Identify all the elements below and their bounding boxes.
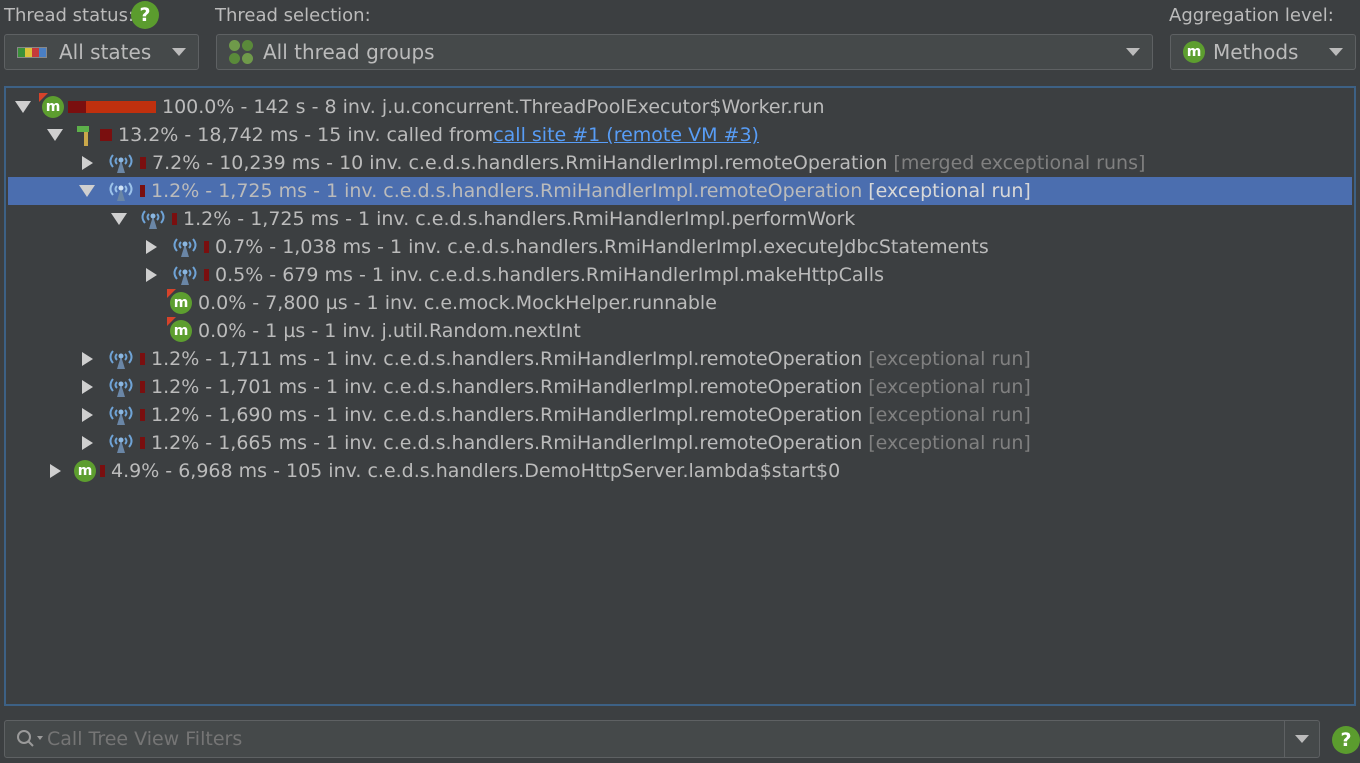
row-text: 13.2% - 18,742 ms - 15 inv. called from: [118, 124, 494, 146]
row-text: 1.2% - 1,725 ms - 1 inv. c.e.d.s.handler…: [183, 208, 856, 230]
thread-selection-label: Thread selection:: [215, 5, 371, 26]
method-icon: m: [74, 460, 96, 482]
call-tree[interactable]: m 100.0% - 142 s - 8 inv. j.u.concurrent…: [4, 86, 1356, 706]
leaf-spacer: [142, 294, 160, 312]
collapse-toggle-icon[interactable]: [78, 350, 96, 368]
remote-call-icon: [138, 208, 168, 230]
remote-call-icon: [170, 264, 200, 286]
filter-separator: [1284, 720, 1285, 758]
row-text: 4.9% - 6,968 ms - 105 inv. c.e.d.s.handl…: [111, 460, 841, 482]
time-bar: [140, 185, 145, 197]
row-suffix: [merged exceptional runs]: [893, 152, 1146, 174]
filter-history-dropdown-icon[interactable]: [1295, 735, 1309, 743]
call-site-icon: [74, 124, 96, 146]
row-text: 1.2% - 1,725 ms - 1 inv. c.e.d.s.handler…: [151, 180, 863, 202]
time-bar: [100, 465, 105, 477]
aggregation-level-combo[interactable]: m Methods: [1170, 34, 1356, 70]
expand-toggle-icon[interactable]: [14, 98, 32, 116]
tree-row[interactable]: 7.2% - 10,239 ms - 10 inv. c.e.d.s.handl…: [8, 149, 1352, 177]
thread-status-label: Thread status:: [4, 5, 135, 26]
collapse-toggle-icon[interactable]: [78, 434, 96, 452]
time-bar: [140, 157, 146, 169]
method-icon: m: [170, 320, 192, 342]
expand-toggle-icon[interactable]: [78, 182, 96, 200]
time-bar: [140, 353, 145, 365]
time-bar: [140, 381, 145, 393]
row-suffix: [exceptional run]: [868, 180, 1031, 202]
row-text: 7.2% - 10,239 ms - 10 inv. c.e.d.s.handl…: [152, 152, 888, 174]
filter-help-icon[interactable]: ?: [1332, 726, 1360, 754]
row-text: 1.2% - 1,690 ms - 1 inv. c.e.d.s.handler…: [151, 404, 863, 426]
collapse-toggle-icon[interactable]: [78, 406, 96, 424]
remote-call-icon: [106, 376, 136, 398]
aggregation-level-value: Methods: [1213, 40, 1299, 64]
thread-status-dropdown-icon: [172, 48, 186, 56]
row-suffix: [exceptional run]: [868, 404, 1031, 426]
time-bar: [140, 409, 145, 421]
time-bar: [140, 437, 145, 449]
row-text: 0.7% - 1,038 ms - 1 inv. c.e.d.s.handler…: [215, 236, 989, 258]
leaf-spacer: [142, 322, 160, 340]
aggregation-dropdown-icon: [1329, 48, 1343, 56]
tree-row[interactable]: 1.2% - 1,725 ms - 1 inv. c.e.d.s.handler…: [8, 205, 1352, 233]
time-bar: [172, 213, 177, 225]
expand-toggle-icon[interactable]: [110, 210, 128, 228]
tree-row-selected[interactable]: 1.2% - 1,725 ms - 1 inv. c.e.d.s.handler…: [8, 177, 1352, 205]
thread-status-value: All states: [59, 40, 152, 64]
row-suffix: [exceptional run]: [868, 348, 1031, 370]
tree-row[interactable]: m 0.0% - 7,800 µs - 1 inv. c.e.mock.Mock…: [8, 289, 1352, 317]
time-bar: [204, 241, 209, 253]
row-text: 1.2% - 1,701 ms - 1 inv. c.e.d.s.handler…: [151, 376, 863, 398]
aggregation-level-label: Aggregation level:: [1169, 5, 1334, 26]
filter-input[interactable]: [45, 727, 1284, 751]
methods-icon: m: [1183, 41, 1205, 63]
collapse-toggle-icon[interactable]: [78, 378, 96, 396]
row-text: 0.5% - 679 ms - 1 inv. c.e.d.s.handlers.…: [215, 264, 884, 286]
collapse-toggle-icon[interactable]: [142, 238, 160, 256]
thread-selection-combo[interactable]: All thread groups: [216, 34, 1153, 70]
row-suffix: [exceptional run]: [868, 376, 1031, 398]
row-text: 1.2% - 1,665 ms - 1 inv. c.e.d.s.handler…: [151, 432, 863, 454]
collapse-toggle-icon[interactable]: [142, 266, 160, 284]
remote-call-icon: [106, 404, 136, 426]
tree-row[interactable]: m 4.9% - 6,968 ms - 105 inv. c.e.d.s.han…: [8, 457, 1352, 485]
remote-call-icon: [170, 236, 200, 258]
method-icon: m: [170, 292, 192, 314]
call-site-link[interactable]: call site #1 (remote VM #3): [493, 124, 759, 146]
time-bar: [68, 101, 156, 113]
tree-row[interactable]: m 0.0% - 1 µs - 1 inv. j.util.Random.nex…: [8, 317, 1352, 345]
tree-row[interactable]: 13.2% - 18,742 ms - 15 inv. called from …: [8, 121, 1352, 149]
collapse-toggle-icon[interactable]: [78, 154, 96, 172]
thread-groups-icon: [229, 40, 253, 64]
remote-call-icon: [106, 152, 136, 174]
tree-row[interactable]: 1.2% - 1,665 ms - 1 inv. c.e.d.s.handler…: [8, 429, 1352, 457]
time-bar: [204, 269, 209, 281]
thread-status-combo[interactable]: All states: [4, 34, 199, 70]
row-text: 100.0% - 142 s - 8 inv. j.u.concurrent.T…: [162, 96, 825, 118]
remote-call-icon: [106, 348, 136, 370]
remote-call-icon: [106, 180, 136, 202]
thread-selection-value: All thread groups: [263, 40, 435, 64]
thread-selection-dropdown-icon: [1126, 48, 1140, 56]
tree-row[interactable]: 1.2% - 1,690 ms - 1 inv. c.e.d.s.handler…: [8, 401, 1352, 429]
tree-row[interactable]: 0.7% - 1,038 ms - 1 inv. c.e.d.s.handler…: [8, 233, 1352, 261]
expand-toggle-icon[interactable]: [46, 126, 64, 144]
tree-row[interactable]: 0.5% - 679 ms - 1 inv. c.e.d.s.handlers.…: [8, 261, 1352, 289]
search-icon[interactable]: [15, 728, 45, 750]
thread-states-color-icon: [17, 46, 47, 58]
time-bar: [100, 129, 112, 141]
thread-status-help-icon[interactable]: ?: [131, 1, 159, 29]
row-text: 1.2% - 1,711 ms - 1 inv. c.e.d.s.handler…: [151, 348, 863, 370]
tree-row[interactable]: 1.2% - 1,711 ms - 1 inv. c.e.d.s.handler…: [8, 345, 1352, 373]
row-text: 0.0% - 1 µs - 1 inv. j.util.Random.nextI…: [198, 320, 581, 342]
row-text: 0.0% - 7,800 µs - 1 inv. c.e.mock.MockHe…: [198, 292, 717, 314]
method-icon: m: [42, 96, 64, 118]
row-suffix: [exceptional run]: [868, 432, 1031, 454]
call-tree-filter[interactable]: [4, 720, 1320, 758]
tree-row[interactable]: 1.2% - 1,701 ms - 1 inv. c.e.d.s.handler…: [8, 373, 1352, 401]
tree-row[interactable]: m 100.0% - 142 s - 8 inv. j.u.concurrent…: [8, 93, 1352, 121]
collapse-toggle-icon[interactable]: [46, 462, 64, 480]
remote-call-icon: [106, 432, 136, 454]
